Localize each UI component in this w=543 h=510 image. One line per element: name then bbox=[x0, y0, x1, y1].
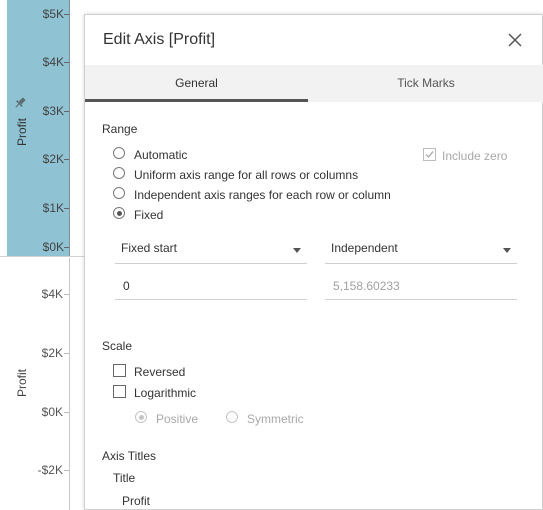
tab-tick-marks[interactable]: Tick Marks bbox=[308, 65, 543, 102]
title-label: Title bbox=[113, 471, 136, 485]
axis-tick-mark bbox=[64, 208, 69, 209]
radio-label: Positive bbox=[156, 412, 199, 426]
axis-tick-label: $4K bbox=[42, 55, 64, 69]
axis-tick-label: $5K bbox=[42, 7, 64, 21]
radio-label: Independent axis ranges for each row or … bbox=[134, 188, 391, 202]
active-tab-indicator bbox=[85, 99, 308, 102]
axis-tick-mark bbox=[64, 14, 69, 15]
range-start-input[interactable]: 0 bbox=[115, 277, 307, 300]
scale-section-title: Scale bbox=[102, 339, 133, 353]
pin-icon[interactable] bbox=[13, 96, 27, 110]
axis-tick-mark bbox=[64, 111, 69, 112]
close-icon[interactable] bbox=[505, 30, 525, 50]
range-end-input[interactable]: 5,158.60233 bbox=[325, 277, 517, 300]
axis-tick-mark bbox=[64, 294, 69, 295]
dialog-title: Edit Axis [Profit] bbox=[103, 31, 216, 48]
range-end-dropdown[interactable]: Independent bbox=[325, 239, 517, 264]
axis-line bbox=[69, 0, 70, 256]
radio-button[interactable] bbox=[113, 147, 125, 159]
axis-tick-mark bbox=[64, 159, 69, 160]
input-value: 0 bbox=[123, 279, 130, 293]
radio-label: Symmetric bbox=[247, 412, 304, 426]
range-section-title: Range bbox=[102, 122, 138, 136]
axis-tick-label: $2K bbox=[42, 152, 64, 166]
tab-general[interactable]: General bbox=[85, 65, 308, 102]
axis-tick-mark bbox=[64, 62, 69, 63]
radio-button-disabled bbox=[226, 411, 238, 423]
axis-tick-label: $4K bbox=[41, 287, 63, 301]
checkbox-label: Logarithmic bbox=[134, 386, 197, 400]
radio-label: Automatic bbox=[134, 148, 188, 162]
checkbox[interactable] bbox=[113, 385, 126, 398]
radio-button-disabled bbox=[135, 411, 147, 423]
axis-tick-label: $0K bbox=[41, 405, 63, 419]
axis-title: Profit bbox=[15, 117, 29, 146]
checkbox-checked-disabled bbox=[423, 148, 436, 161]
axis-tick-mark bbox=[64, 247, 69, 248]
edit-axis-dialog: Edit Axis [Profit] General Tick Marks Ra… bbox=[84, 14, 543, 510]
checkbox[interactable] bbox=[113, 364, 126, 377]
radio-label: Uniform axis range for all rows or colum… bbox=[134, 168, 359, 182]
chevron-down-icon bbox=[503, 248, 511, 253]
checkbox-label: Reversed bbox=[134, 365, 186, 379]
dropdown-value: Fixed start bbox=[121, 241, 178, 255]
axis-title-input[interactable]: Profit bbox=[122, 494, 150, 508]
axis-tick-mark bbox=[64, 412, 69, 413]
axis-tick-mark bbox=[64, 353, 69, 354]
include-zero-label: Include zero bbox=[442, 149, 508, 163]
input-value: 5,158.60233 bbox=[333, 279, 400, 293]
range-start-dropdown[interactable]: Fixed start bbox=[115, 239, 307, 264]
axis-tick-mark bbox=[64, 470, 69, 471]
axis-title: Profit bbox=[15, 368, 29, 397]
radio-button[interactable] bbox=[113, 167, 125, 179]
radio-label: Fixed bbox=[134, 208, 164, 222]
radio-button-checked[interactable] bbox=[113, 207, 125, 219]
axis-titles-section-title: Axis Titles bbox=[102, 449, 157, 463]
axis-tick-label: $2K bbox=[41, 346, 63, 360]
chevron-down-icon bbox=[293, 248, 301, 253]
axis-line bbox=[69, 258, 70, 510]
tab-bar: General Tick Marks bbox=[85, 65, 543, 102]
dropdown-value: Independent bbox=[331, 241, 398, 255]
radio-button[interactable] bbox=[113, 187, 125, 199]
axis-tick-label: $0K bbox=[42, 240, 64, 254]
axis-tick-label: $1K bbox=[42, 201, 64, 215]
axis-tick-label: -$2K bbox=[37, 463, 63, 477]
